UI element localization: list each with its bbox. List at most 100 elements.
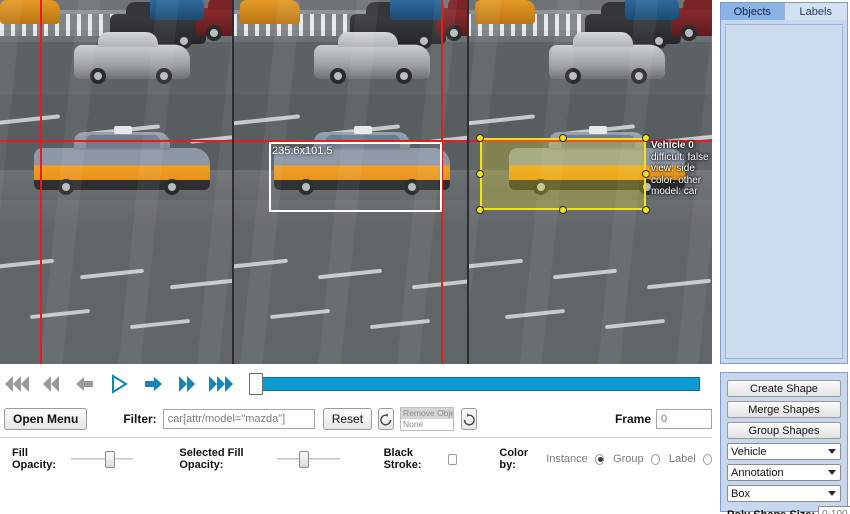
- shape-type-value: Box: [731, 487, 750, 500]
- background-car: [150, 0, 204, 20]
- video-panel-left[interactable]: [0, 0, 232, 364]
- background-car: [350, 2, 446, 49]
- next-frame-button[interactable]: [136, 369, 170, 399]
- previous-frame-button[interactable]: [68, 369, 102, 399]
- forward-all-button[interactable]: [204, 369, 238, 399]
- background-car: [110, 2, 206, 49]
- object-type-value: Vehicle: [731, 445, 767, 458]
- fill-opacity-label: Fill Opacity:: [12, 447, 57, 471]
- open-menu-button[interactable]: Open Menu: [4, 408, 88, 430]
- video-panel-center[interactable]: 235.6x101.5: [234, 0, 467, 364]
- chevron-down-icon: [828, 470, 836, 475]
- poly-shape-size-row: Poly Shape Size:: [727, 506, 850, 514]
- timeline-thumb[interactable]: [249, 373, 263, 395]
- color-by-group-radio[interactable]: [650, 453, 660, 465]
- fill-opacity-slider[interactable]: [70, 450, 134, 468]
- guardrail: [0, 14, 232, 36]
- background-car: [196, 0, 232, 41]
- color-by-group-label: Group: [613, 453, 644, 465]
- object-attr-model: model: car: [651, 186, 698, 197]
- poly-shape-size-input[interactable]: [818, 506, 850, 514]
- guardrail: [234, 14, 467, 36]
- play-button[interactable]: [102, 369, 136, 399]
- resize-handle-top-center[interactable]: [559, 134, 567, 142]
- crosshair-vertical: [40, 0, 42, 364]
- object-attr-color: color: other: [651, 174, 702, 186]
- resize-handle-top-right[interactable]: [642, 134, 650, 142]
- color-by-label: Color by:: [499, 447, 529, 471]
- box-dimension-label: 235.6x101.5: [272, 145, 333, 157]
- annotation-mode-value: Annotation: [731, 466, 784, 479]
- resize-handle-bottom-right[interactable]: [642, 206, 650, 214]
- object-info-label: Vehicle 0 difficult: false view: side co…: [651, 140, 709, 198]
- rewind-button[interactable]: [34, 369, 68, 399]
- filter-input[interactable]: [162, 409, 315, 429]
- black-stroke-label: Black Stroke:: [383, 447, 422, 471]
- remove-object-body: None: [403, 419, 424, 429]
- resize-handle-middle-left[interactable]: [476, 170, 484, 178]
- color-by-instance-label: Instance: [546, 453, 588, 465]
- objects-labels-tabs: Objects Labels: [721, 3, 847, 20]
- resize-handle-middle-right[interactable]: [642, 170, 650, 178]
- traffic-scene-left: [0, 0, 232, 364]
- selected-fill-opacity-label: Selected Fill Opacity:: [179, 447, 244, 471]
- group-shapes-button[interactable]: Group Shapes: [727, 422, 841, 439]
- redo-icon[interactable]: [460, 408, 477, 430]
- wet-road-reflection: [0, 170, 232, 230]
- sidebar-gap: [720, 364, 848, 372]
- silver-sedan: [314, 32, 430, 84]
- remove-object-panel[interactable]: Remove Object [ Frame 0][Id 5] None: [400, 407, 454, 431]
- video-panel-right[interactable]: Vehicle 0 difficult: false view: side co…: [469, 0, 712, 364]
- background-car: [475, 0, 535, 24]
- background-car: [671, 0, 712, 41]
- color-by-instance-radio[interactable]: [594, 453, 605, 465]
- chevron-down-icon: [828, 449, 836, 454]
- resize-handle-bottom-center[interactable]: [559, 206, 567, 214]
- object-type-select[interactable]: Vehicle: [727, 443, 841, 460]
- annotation-box-drawing[interactable]: 235.6x101.5: [269, 142, 442, 212]
- silver-sedan: [549, 32, 665, 84]
- main-toolbar: Open Menu Filter: Reset Remove Object [ …: [0, 404, 712, 434]
- timeline-slider[interactable]: [242, 373, 700, 395]
- shape-type-select[interactable]: Box: [727, 485, 841, 502]
- undo-icon[interactable]: [378, 408, 395, 430]
- silver-sedan: [74, 32, 190, 84]
- timeline-track[interactable]: [256, 377, 700, 391]
- background-car: [240, 0, 300, 24]
- background-car: [625, 0, 679, 20]
- annotation-mode-select[interactable]: Annotation: [727, 464, 841, 481]
- filter-label: Filter:: [123, 412, 157, 426]
- video-canvas-area[interactable]: 235.6x101.5 Vehicle 0 difficult: false v…: [0, 0, 712, 364]
- selected-annotation-box[interactable]: [480, 138, 646, 210]
- guardrail: [469, 14, 712, 36]
- black-stroke-checkbox[interactable]: [448, 453, 458, 465]
- object-title: Vehicle 0: [651, 140, 694, 151]
- frame-input[interactable]: [656, 409, 712, 429]
- color-by-label-radio[interactable]: [702, 453, 712, 465]
- tab-labels[interactable]: Labels: [784, 3, 847, 20]
- crosshair-horizontal: [0, 140, 232, 142]
- selected-fill-opacity-slider[interactable]: [276, 450, 340, 468]
- toolbar-divider: [0, 437, 712, 438]
- resize-handle-top-left[interactable]: [476, 134, 484, 142]
- objects-panel: Objects Labels: [720, 2, 848, 364]
- tab-objects[interactable]: Objects: [721, 3, 785, 20]
- resize-handle-bottom-left[interactable]: [476, 206, 484, 214]
- playback-transport-bar: [0, 364, 712, 404]
- reset-button[interactable]: Reset: [322, 408, 373, 430]
- create-shape-button[interactable]: Create Shape: [727, 380, 841, 397]
- poly-shape-size-label: Poly Shape Size:: [727, 509, 815, 514]
- merge-shapes-button[interactable]: Merge Shapes: [727, 401, 841, 418]
- color-by-label-label: Label: [668, 453, 696, 465]
- shape-tools-panel: Create Shape Merge Shapes Group Shapes V…: [720, 372, 850, 514]
- chevron-down-icon: [828, 491, 836, 496]
- object-attr-difficult: difficult: false: [651, 151, 709, 163]
- background-car: [0, 0, 60, 24]
- object-attr-view: view: side: [651, 163, 695, 174]
- remove-object-header: Remove Object [ Frame 0][Id 5]: [401, 408, 453, 419]
- objects-list[interactable]: [725, 24, 843, 359]
- fast-forward-button[interactable]: [170, 369, 204, 399]
- display-options-bar: Fill Opacity: Selected Fill Opacity: Bla…: [0, 444, 712, 474]
- foreground-taxi: [34, 126, 210, 195]
- rewind-all-button[interactable]: [0, 369, 34, 399]
